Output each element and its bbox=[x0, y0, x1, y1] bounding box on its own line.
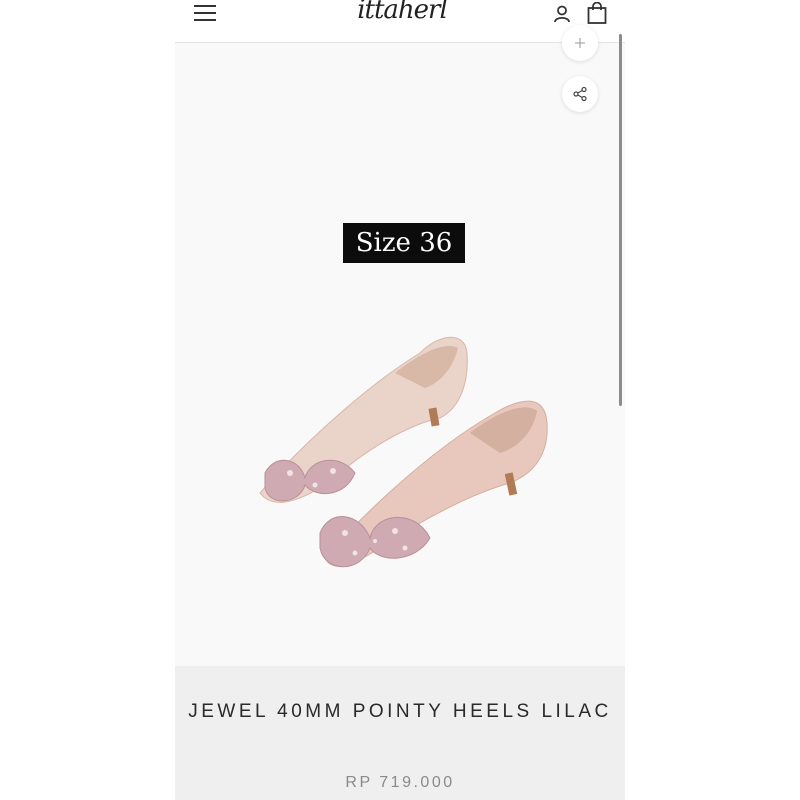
product-image-gallery[interactable]: Size 36 bbox=[175, 25, 625, 666]
product-price: RP 719.000 bbox=[345, 774, 455, 791]
brand-logo[interactable]: ittaherl bbox=[352, 0, 452, 28]
size-overlay-label: Size 36 bbox=[343, 223, 465, 263]
product-page: ittaherl Size 36 JEWEL 40MM POINTY HEELS… bbox=[175, 0, 625, 800]
site-header: ittaherl bbox=[175, 0, 625, 43]
product-title: JEWEL 40MM POINTY HEELS LILAC bbox=[188, 701, 612, 722]
shopping-bag-icon[interactable] bbox=[587, 1, 607, 24]
product-info: JEWEL 40MM POINTY HEELS LILAC RP 719.000 bbox=[175, 666, 625, 800]
share-icon bbox=[573, 86, 587, 102]
page-scrollbar[interactable] bbox=[619, 34, 622, 406]
pink-sequin-bow-heels-photo bbox=[259, 336, 548, 568]
zoom-button[interactable] bbox=[562, 25, 598, 61]
zoom-icon bbox=[575, 38, 585, 48]
hamburger-menu-icon[interactable] bbox=[194, 5, 216, 23]
user-icon[interactable] bbox=[553, 5, 571, 23]
share-button[interactable] bbox=[562, 76, 598, 112]
